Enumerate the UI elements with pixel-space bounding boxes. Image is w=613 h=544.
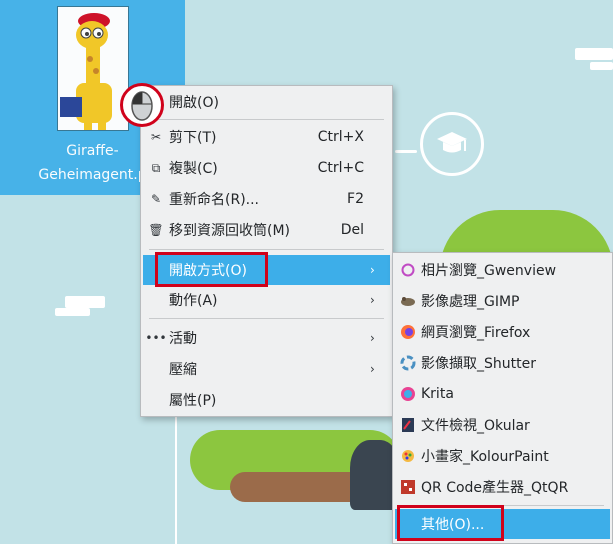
okular-icon [395,417,421,433]
highlight-box-open-with [155,252,268,287]
menu-item-actions[interactable]: 動作(A) › [143,285,390,315]
menu-item-copy[interactable]: ⧉ 複製(C) Ctrl+C [143,153,390,183]
submenu-item-krita[interactable]: Krita [395,379,610,409]
shutter-icon [395,355,421,371]
chevron-right-icon: › [370,362,375,376]
submenu-item-label: 影像處理_GIMP [421,294,520,310]
scissors-icon: ✂ [150,130,162,144]
cloud-decoration [395,150,417,153]
menu-item-properties[interactable]: 屬性(P) [143,385,390,415]
menu-item-shortcut: F2 [347,191,364,207]
menu-item-rename[interactable]: ✎ 重新命名(R)... F2 [143,184,390,214]
cloud-decoration [590,62,613,70]
qtqr-icon [395,479,421,495]
menu-separator [149,318,384,319]
submenu-item-gwenview[interactable]: 相片瀏覽_Gwenview [395,255,610,285]
pencil-icon: ✎ [150,192,162,206]
menu-item-label: 屬性(P) [169,393,217,409]
submenu-item-label: 文件檢視_Okular [421,418,530,434]
menu-item-activities[interactable]: ••• 活動 › [143,323,390,353]
menu-item-compress[interactable]: 壓縮 › [143,354,390,384]
chevron-right-icon: › [370,263,375,277]
menu-item-label: 開啟(O) [169,95,219,111]
highlight-box-other [397,505,504,541]
menu-item-shortcut: Ctrl+C [317,160,364,176]
cloud-decoration [575,48,613,60]
menu-item-label: 動作(A) [169,293,218,309]
menu-item-shortcut: Ctrl+X [317,129,364,145]
context-menu: 開啟(O) ✂ 剪下(T) Ctrl+X ⧉ 複製(C) Ctrl+C ✎ 重新… [140,85,393,417]
submenu-item-label: 小畫家_KolourPaint [421,449,549,465]
cloud-decoration [55,308,90,316]
chevron-right-icon: › [370,293,375,307]
submenu-item-label: QR Code產生器_QtQR [421,480,569,496]
menu-item-move-to-trash[interactable]: 🗑 移到資源回收筒(M) Del [143,215,390,245]
menu-item-label: 複製(C) [169,161,218,177]
kolourpaint-icon [395,448,421,464]
menu-item-label: 移到資源回收筒(M) [169,223,291,239]
trash-icon: 🗑 [148,223,164,237]
submenu-item-label: 影像擷取_Shutter [421,356,536,372]
cloud-decoration [65,296,105,308]
submenu-item-okular[interactable]: 文件檢視_Okular [395,410,610,440]
copy-icon: ⧉ [151,160,161,175]
menu-item-cut[interactable]: ✂ 剪下(T) Ctrl+X [143,122,390,152]
menu-item-label: 剪下(T) [169,130,217,146]
submenu-item-firefox[interactable]: 網頁瀏覽_Firefox [395,317,610,347]
submenu-item-qtqr[interactable]: QR Code產生器_QtQR [395,472,610,502]
menu-item-label: 活動 [169,331,197,347]
giraffe-thumbnail [57,6,129,131]
submenu-item-kolourpaint[interactable]: 小畫家_KolourPaint [395,441,610,471]
submenu-item-shutter[interactable]: 影像擷取_Shutter [395,348,610,378]
gimp-icon [395,294,421,308]
menu-separator [149,249,384,250]
gwenview-icon [395,263,421,277]
menu-item-label: 壓縮 [169,362,197,378]
menu-item-open[interactable]: 開啟(O) [143,87,390,117]
menu-item-shortcut: Del [340,222,364,238]
submenu-item-label: 相片瀏覽_Gwenview [421,263,557,279]
open-with-submenu: 相片瀏覽_Gwenview 影像處理_GIMP 網頁瀏覽_Firefox 影像擷… [392,252,613,544]
decorative-line [175,395,177,544]
firefox-icon [395,324,421,340]
submenu-item-gimp[interactable]: 影像處理_GIMP [395,286,610,316]
krita-icon [395,386,421,402]
mouse-click-icon [120,83,164,127]
activities-icon: ••• [145,331,167,345]
menu-item-label: 重新命名(R)... [169,192,260,208]
graduation-cap-icon [420,112,484,176]
menu-separator [149,119,384,120]
submenu-item-label: Krita [421,386,454,402]
submenu-item-label: 網頁瀏覽_Firefox [421,325,531,341]
chevron-right-icon: › [370,331,375,345]
